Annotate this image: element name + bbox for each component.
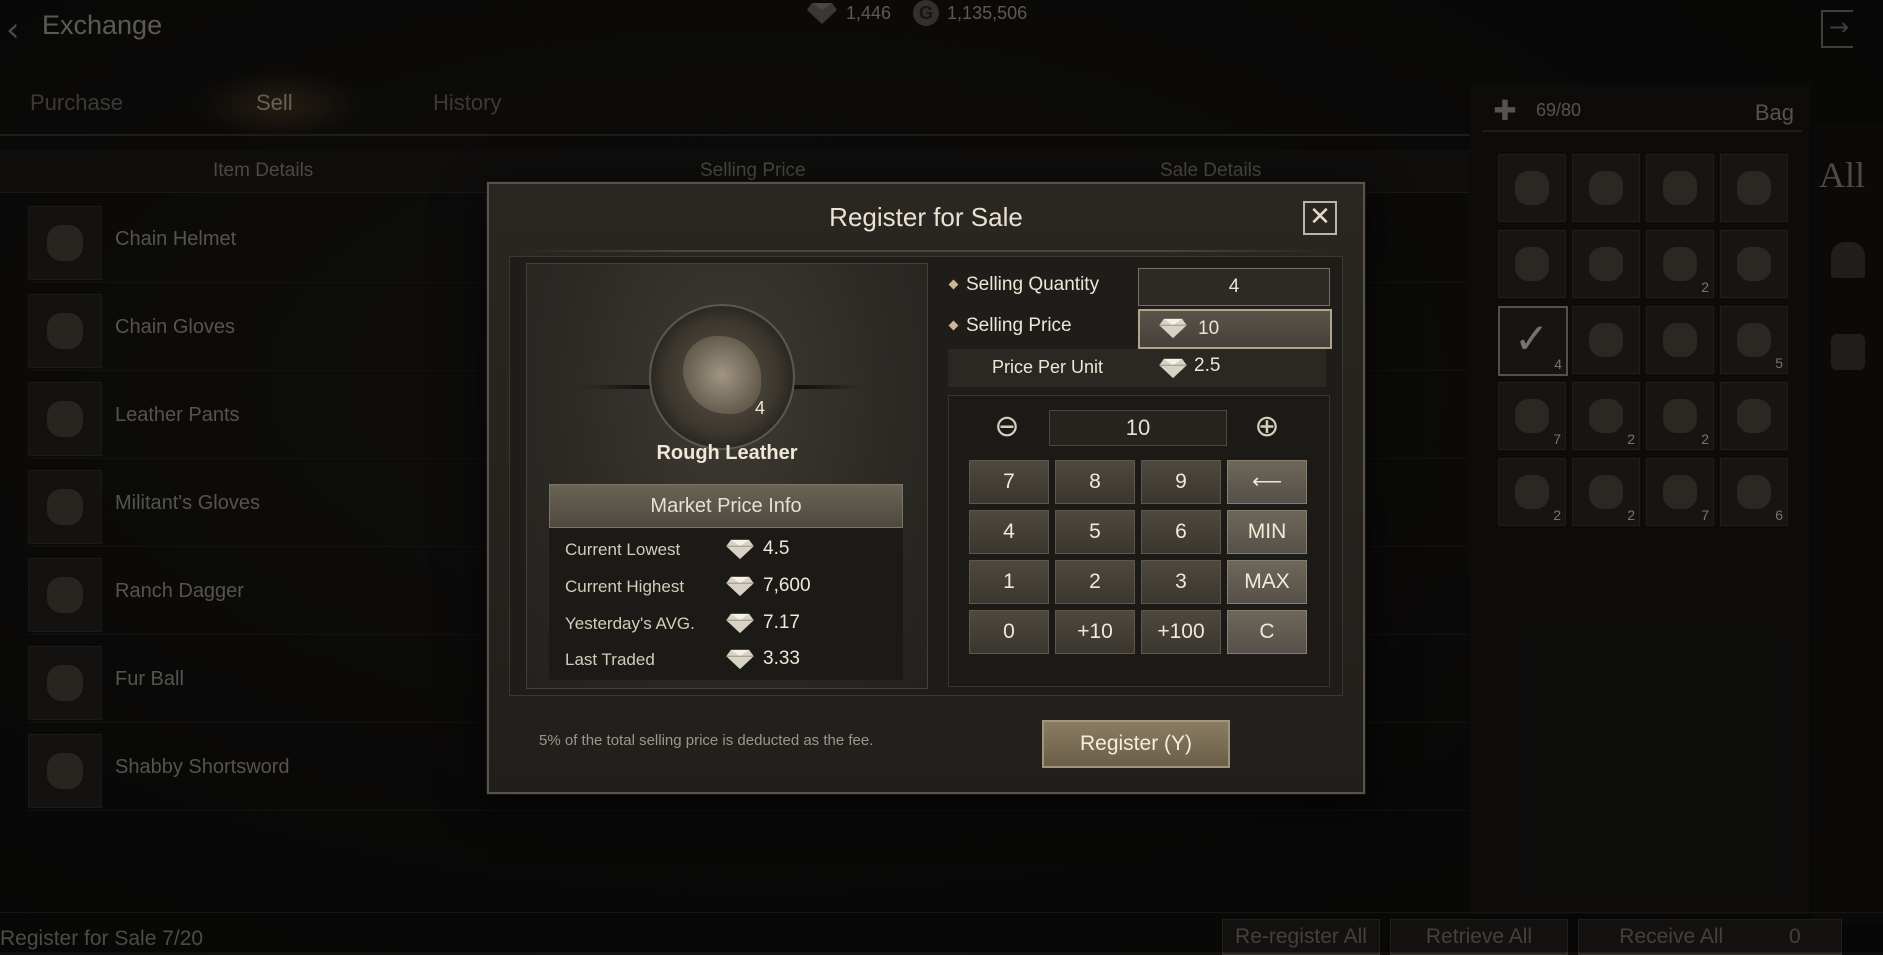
- selling-quantity-row: Selling Quantity 4: [942, 267, 1334, 306]
- rough-leather-icon: [683, 336, 761, 414]
- bullet-icon: [948, 320, 959, 331]
- register-button[interactable]: Register (Y): [1042, 720, 1230, 768]
- title-divider: [519, 250, 1329, 252]
- gem-icon: [725, 612, 755, 634]
- key-6[interactable]: 6: [1141, 510, 1221, 554]
- market-label: Yesterday's AVG.: [565, 614, 695, 633]
- market-value: 3.33: [763, 648, 800, 669]
- bullet-icon: [948, 279, 959, 290]
- key-0[interactable]: 0: [969, 610, 1049, 654]
- price-per-unit-row: Price Per Unit 2.5: [948, 349, 1326, 387]
- market-price-info-header: Market Price Info: [549, 484, 903, 528]
- key-7[interactable]: 7: [969, 460, 1049, 504]
- key-4[interactable]: 4: [969, 510, 1049, 554]
- plus-10-key[interactable]: +10: [1055, 610, 1135, 654]
- selling-price-label: Selling Price: [966, 315, 1072, 336]
- key-3[interactable]: 3: [1141, 560, 1221, 604]
- sale-settings-panel: Selling Quantity 4 Selling Price 10 Pric…: [942, 263, 1334, 687]
- key-8[interactable]: 8: [1055, 460, 1135, 504]
- dialog-title: Register for Sale: [829, 202, 1023, 232]
- item-frame: [649, 304, 795, 450]
- key-1[interactable]: 1: [969, 560, 1049, 604]
- gem-icon: [725, 538, 755, 560]
- item-name: Rough Leather: [656, 442, 798, 464]
- gem-icon: [725, 648, 755, 670]
- increment-icon[interactable]: ⊕: [1249, 410, 1285, 446]
- backspace-key[interactable]: ⟵: [1227, 460, 1307, 504]
- gem-icon: [1158, 317, 1188, 339]
- item-panel: 4 Rough Leather Market Price Info Curren…: [526, 263, 928, 689]
- market-row: Yesterday's AVG. 7.17: [565, 610, 895, 640]
- key-5[interactable]: 5: [1055, 510, 1135, 554]
- selling-price-field[interactable]: 10: [1138, 309, 1332, 349]
- selling-quantity-field[interactable]: 4: [1138, 268, 1330, 306]
- market-value: 7.17: [763, 612, 800, 633]
- register-sale-dialog: Register for Sale ✕ 4 Rough Leather Mark…: [487, 182, 1365, 794]
- plus-100-key[interactable]: +100: [1141, 610, 1221, 654]
- selling-price-value: 10: [1198, 318, 1220, 339]
- gem-icon: [725, 575, 755, 597]
- market-value: 7,600: [763, 575, 811, 596]
- selling-price-row: Selling Price 10: [942, 308, 1334, 349]
- key-2[interactable]: 2: [1055, 560, 1135, 604]
- price-per-unit-value: 2.5: [1194, 355, 1221, 376]
- market-value: 4.5: [763, 538, 790, 559]
- keypad-display: 10: [1049, 410, 1227, 446]
- key-9[interactable]: 9: [1141, 460, 1221, 504]
- market-label: Current Lowest: [565, 540, 681, 559]
- market-row: Current Lowest 4.5: [565, 536, 895, 566]
- max-key[interactable]: MAX: [1227, 560, 1307, 604]
- number-keypad: ⊖ 10 ⊕ 7 8 9 ⟵ 4 5 6 MIN 1 2 3 MAX 0 +10…: [948, 395, 1330, 687]
- item-count: 4: [755, 398, 766, 418]
- min-key[interactable]: MIN: [1227, 510, 1307, 554]
- price-per-unit-label: Price Per Unit: [992, 357, 1104, 377]
- gem-icon: [1158, 357, 1188, 379]
- selling-quantity-label: Selling Quantity: [966, 274, 1100, 295]
- market-label: Current Highest: [565, 577, 685, 596]
- fee-note: 5% of the total selling price is deducte…: [539, 732, 874, 749]
- market-label: Last Traded: [565, 650, 655, 669]
- market-price-list: Current Lowest 4.5 Current Highest 7,600…: [549, 528, 903, 680]
- dialog-body: 4 Rough Leather Market Price Info Curren…: [509, 256, 1343, 696]
- clear-key[interactable]: C: [1227, 610, 1307, 654]
- close-button[interactable]: ✕: [1303, 201, 1337, 235]
- market-row: Current Highest 7,600: [565, 573, 895, 603]
- decrement-icon[interactable]: ⊖: [989, 410, 1025, 446]
- market-row: Last Traded 3.33: [565, 646, 895, 676]
